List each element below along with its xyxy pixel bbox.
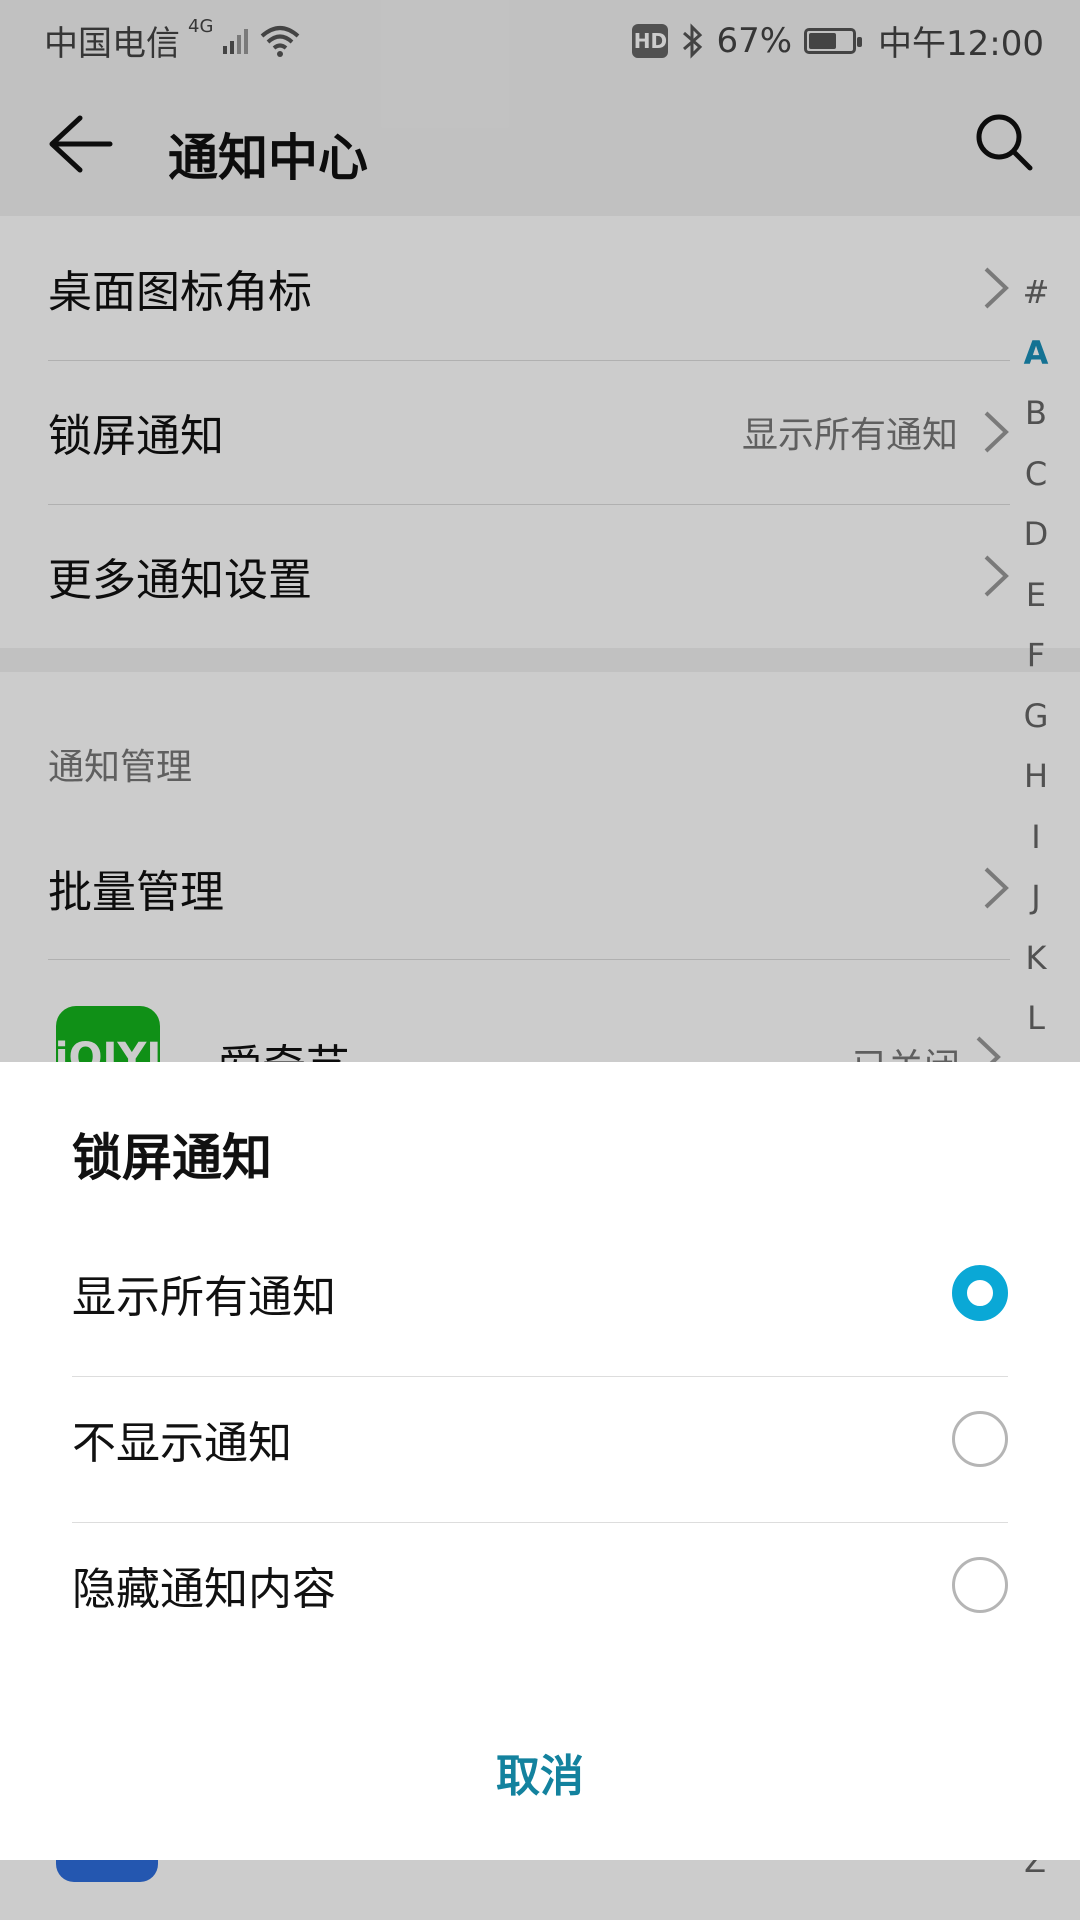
lockscreen-dialog: 锁屏通知 显示所有通知 不显示通知 隐藏通知内容 取消 <box>0 1062 1080 1860</box>
cancel-button[interactable]: 取消 <box>0 1740 1080 1804</box>
radio-icon[interactable] <box>952 1411 1008 1467</box>
radio-icon[interactable] <box>952 1265 1008 1321</box>
option-label: 显示所有通知 <box>72 1272 336 1323</box>
option-hide-all[interactable]: 不显示通知 <box>72 1366 1008 1512</box>
option-label: 不显示通知 <box>72 1418 292 1469</box>
radio-icon[interactable] <box>952 1557 1008 1613</box>
dialog-title: 锁屏通知 <box>72 1129 272 1187</box>
option-label: 隐藏通知内容 <box>72 1564 336 1615</box>
option-show-all[interactable]: 显示所有通知 <box>72 1220 1008 1366</box>
option-hide-content[interactable]: 隐藏通知内容 <box>72 1512 1008 1658</box>
